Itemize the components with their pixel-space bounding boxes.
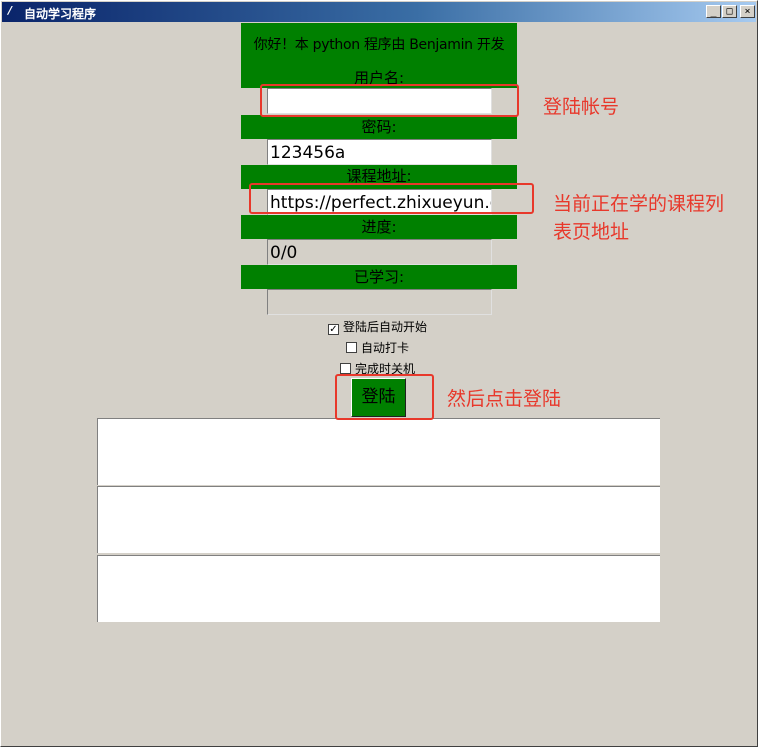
greeting-banner: 你好！本 python 程序由 Benjamin 开发 用户名: <box>241 23 517 88</box>
login-highlight <box>335 374 434 420</box>
checkbox-icon[interactable] <box>346 342 357 353</box>
auto-start-checkbox[interactable]: ✓ 登陆后自动开始 <box>328 318 427 335</box>
checkbox-checked-icon[interactable]: ✓ <box>328 324 339 335</box>
course-url-annotation-line1: 当前正在学的课程列 <box>553 193 725 215</box>
window-title: 自动学习程序 <box>24 7 97 21</box>
course-url-highlight <box>249 183 534 214</box>
progress-label: 进度: <box>361 218 397 236</box>
learned-label: 已学习: <box>353 268 405 286</box>
learned-label-bar: 已学习: <box>241 265 517 289</box>
log-box-2[interactable] <box>97 486 660 553</box>
auto-start-label: 登陆后自动开始 <box>343 320 428 334</box>
maximize-button[interactable]: □ <box>722 5 737 18</box>
login-annotation: 然后点击登陆 <box>447 388 562 410</box>
feather-icon: / <box>8 4 13 17</box>
learned-field <box>267 289 492 315</box>
course-url-annotation-line2: 表页地址 <box>553 221 630 243</box>
log-box-3[interactable] <box>97 555 660 622</box>
minimize-button[interactable]: _ <box>706 5 721 18</box>
greeting-text: 你好！本 python 程序由 Benjamin 开发 <box>253 37 505 53</box>
auto-clockin-label: 自动打卡 <box>361 341 410 355</box>
password-label-bar: 密码: <box>241 115 517 139</box>
password-label: 密码: <box>361 118 397 136</box>
progress-field: 0/0 <box>267 239 492 265</box>
title-bar[interactable]: / 自动学习程序 _ □ × <box>2 2 756 22</box>
auto-clockin-checkbox[interactable]: 自动打卡 <box>346 339 409 356</box>
checkbox-icon[interactable] <box>340 363 351 374</box>
password-input[interactable]: 123456a <box>267 139 492 165</box>
account-annotation: 登陆帐号 <box>543 96 620 118</box>
progress-label-bar: 进度: <box>241 215 517 239</box>
account-highlight <box>260 84 519 117</box>
close-button[interactable]: × <box>740 5 755 18</box>
log-box-1[interactable] <box>97 418 660 485</box>
